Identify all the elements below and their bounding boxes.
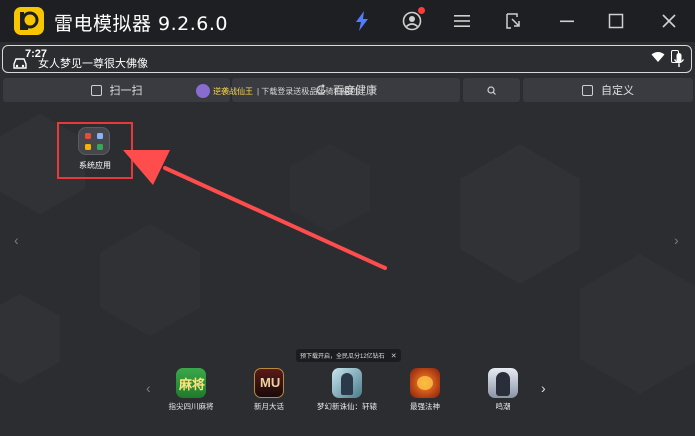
minimize-icon[interactable] <box>555 9 579 33</box>
maximize-icon[interactable] <box>604 9 628 33</box>
microphone-icon[interactable] <box>673 52 685 68</box>
customize-button[interactable]: 自定义 <box>523 78 693 102</box>
android-status-bar: 7:27 女人梦见一尊很大佛像 <box>0 42 695 76</box>
minimize-to-side-icon[interactable] <box>502 9 526 33</box>
scan-icon <box>90 84 102 96</box>
system-apps-folder-icon[interactable] <box>78 127 110 155</box>
mingchao-app-icon <box>488 368 518 398</box>
desktop-prev-arrow-icon[interactable]: ‹ <box>14 232 19 248</box>
fashen-app-icon <box>410 368 440 398</box>
lightning-icon[interactable] <box>350 9 374 33</box>
dock-app-label: 最强法神 <box>410 402 440 411</box>
news-marquee[interactable]: 女人梦见一尊很大佛像 <box>38 55 148 71</box>
dock-app-label: 梦幻新诛仙：轩辕 <box>317 402 377 411</box>
title-bar: 雷电模拟器 9.2.6.0 <box>0 0 695 42</box>
search-button[interactable] <box>463 78 520 102</box>
ldplayer-logo-icon <box>14 7 44 35</box>
dock-next-arrow-icon[interactable]: › <box>541 380 546 396</box>
menu-icon[interactable] <box>450 9 474 33</box>
promo-text: | 下载登录送极品坐骑和福利 <box>257 86 358 96</box>
wifi-icon <box>651 52 665 62</box>
app-title: 雷电模拟器 9.2.6.0 <box>54 13 229 35</box>
status-frame: 7:27 女人梦见一尊很大佛像 <box>2 45 692 73</box>
desktop-next-arrow-icon[interactable]: › <box>674 232 679 248</box>
dock-app-zhuxian[interactable]: 梦幻新诛仙：轩辕 <box>315 368 379 412</box>
notification-dot <box>418 7 425 14</box>
dock-app-label: 指尖四川麻将 <box>168 402 214 411</box>
dock-app-label: 新月大话 <box>254 402 284 411</box>
dock-app-xinyue[interactable]: MU 新月大话 <box>237 368 301 412</box>
customize-label: 自定义 <box>601 85 634 97</box>
account-icon[interactable] <box>400 7 425 33</box>
dock-app-label: 鸣潮 <box>495 402 511 411</box>
notice-close-icon[interactable]: ✕ <box>391 352 397 360</box>
download-notice-text: 预下载开启，全民瓜分12亿钻石 <box>300 354 385 360</box>
xinyue-app-icon: MU <box>254 368 284 398</box>
promo-avatar <box>196 84 210 98</box>
search-icon <box>487 85 496 95</box>
dock-app-mingchao[interactable]: 鸣潮 <box>471 368 535 412</box>
scan-label: 扫一扫 <box>109 85 143 97</box>
zhuxian-app-icon <box>332 368 362 398</box>
dock-app-fashen[interactable]: 最强法神 <box>393 368 457 412</box>
system-apps-folder-label: 系统应用 <box>79 161 111 170</box>
plus-box-icon <box>582 84 593 96</box>
promo-name: 逆袭战仙王 <box>213 86 253 96</box>
dock-prev-arrow-icon[interactable]: ‹ <box>146 380 151 396</box>
xinyue-badge: MU <box>260 375 281 390</box>
close-icon[interactable] <box>657 9 681 33</box>
promo-banner[interactable]: 逆袭战仙王 | 下载登录送极品坐骑和福利 <box>196 83 357 99</box>
dock-app-mahjong[interactable]: 麻将 指尖四川麻将 <box>159 368 223 412</box>
car-icon <box>13 58 27 69</box>
download-notice[interactable]: 预下载开启，全民瓜分12亿钻石 ✕ <box>296 349 401 362</box>
mahjong-badge: 麻将 <box>179 377 206 392</box>
mahjong-app-icon: 麻将 <box>176 368 206 398</box>
